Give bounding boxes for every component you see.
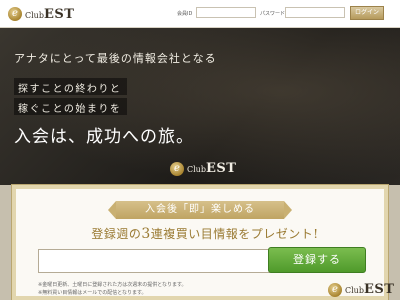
login-button[interactable]: ログイン	[350, 6, 384, 20]
hero-line-1: アナタにとって最後の情報会社となる	[14, 52, 217, 65]
top-header: e ClubEST 会員ID パスワード ログイン	[0, 0, 400, 28]
signup-panel: 入会後「即」楽しめる 登録週の3連複買い目情報をプレゼント! 登録する ※金曜日…	[11, 184, 394, 300]
club-est-logo-icon: e	[8, 7, 22, 21]
logo-small-text: Club	[345, 286, 364, 295]
header-logo[interactable]: e ClubEST	[8, 5, 74, 23]
note-line-1: ※金曜日更新、土曜日に登録された方は次週末の提供となります。	[38, 282, 187, 288]
register-button[interactable]: 登録する	[268, 247, 366, 273]
note-line-2: ※無料買い目情報はメールでの配信となります。	[38, 290, 147, 296]
headline-post: 連複買い目情報をプレゼント!	[150, 227, 319, 241]
club-est-logo-icon: e	[328, 282, 342, 297]
hero-tagline: 入会は、成功への旅。	[14, 127, 194, 147]
member-id-label: 会員ID	[177, 11, 193, 17]
hero-logo: e ClubEST	[170, 161, 236, 176]
hero-section: アナタにとって最後の情報会社となる 探すことの終わりと 稼ぐことの始まりを 入会…	[0, 28, 400, 185]
club-est-logo-icon: e	[170, 161, 184, 176]
headline-pre: 登録週の	[91, 227, 142, 241]
panel-logo: e ClubEST	[328, 282, 394, 297]
hero-line-3: 稼ぐことの始まりを	[14, 98, 128, 115]
logo-small-text: Club	[25, 10, 44, 20]
member-id-input[interactable]	[196, 7, 256, 18]
signup-ribbon: 入会後「即」楽しめる	[108, 201, 292, 219]
signup-notes: ※金曜日更新、土曜日に登録された方は次週末の提供となります。 ※無料買い目情報は…	[38, 281, 187, 297]
password-input[interactable]	[285, 7, 345, 18]
logo-big-text: EST	[205, 161, 237, 176]
signup-headline: 登録週の3連複買い目情報をプレゼント!	[78, 225, 332, 242]
hero-line-2: 探すことの終わりと	[14, 78, 128, 95]
signup-section: 入会後「即」楽しめる 登録週の3連複買い目情報をプレゼント! 登録する ※金曜日…	[0, 184, 400, 300]
logo-big-text: EST	[43, 6, 75, 22]
logo-big-text: EST	[363, 282, 395, 297]
logo-small-text: Club	[187, 165, 206, 174]
headline-number: 3	[141, 226, 151, 242]
email-field[interactable]	[38, 249, 272, 273]
password-label: パスワード	[260, 11, 286, 17]
